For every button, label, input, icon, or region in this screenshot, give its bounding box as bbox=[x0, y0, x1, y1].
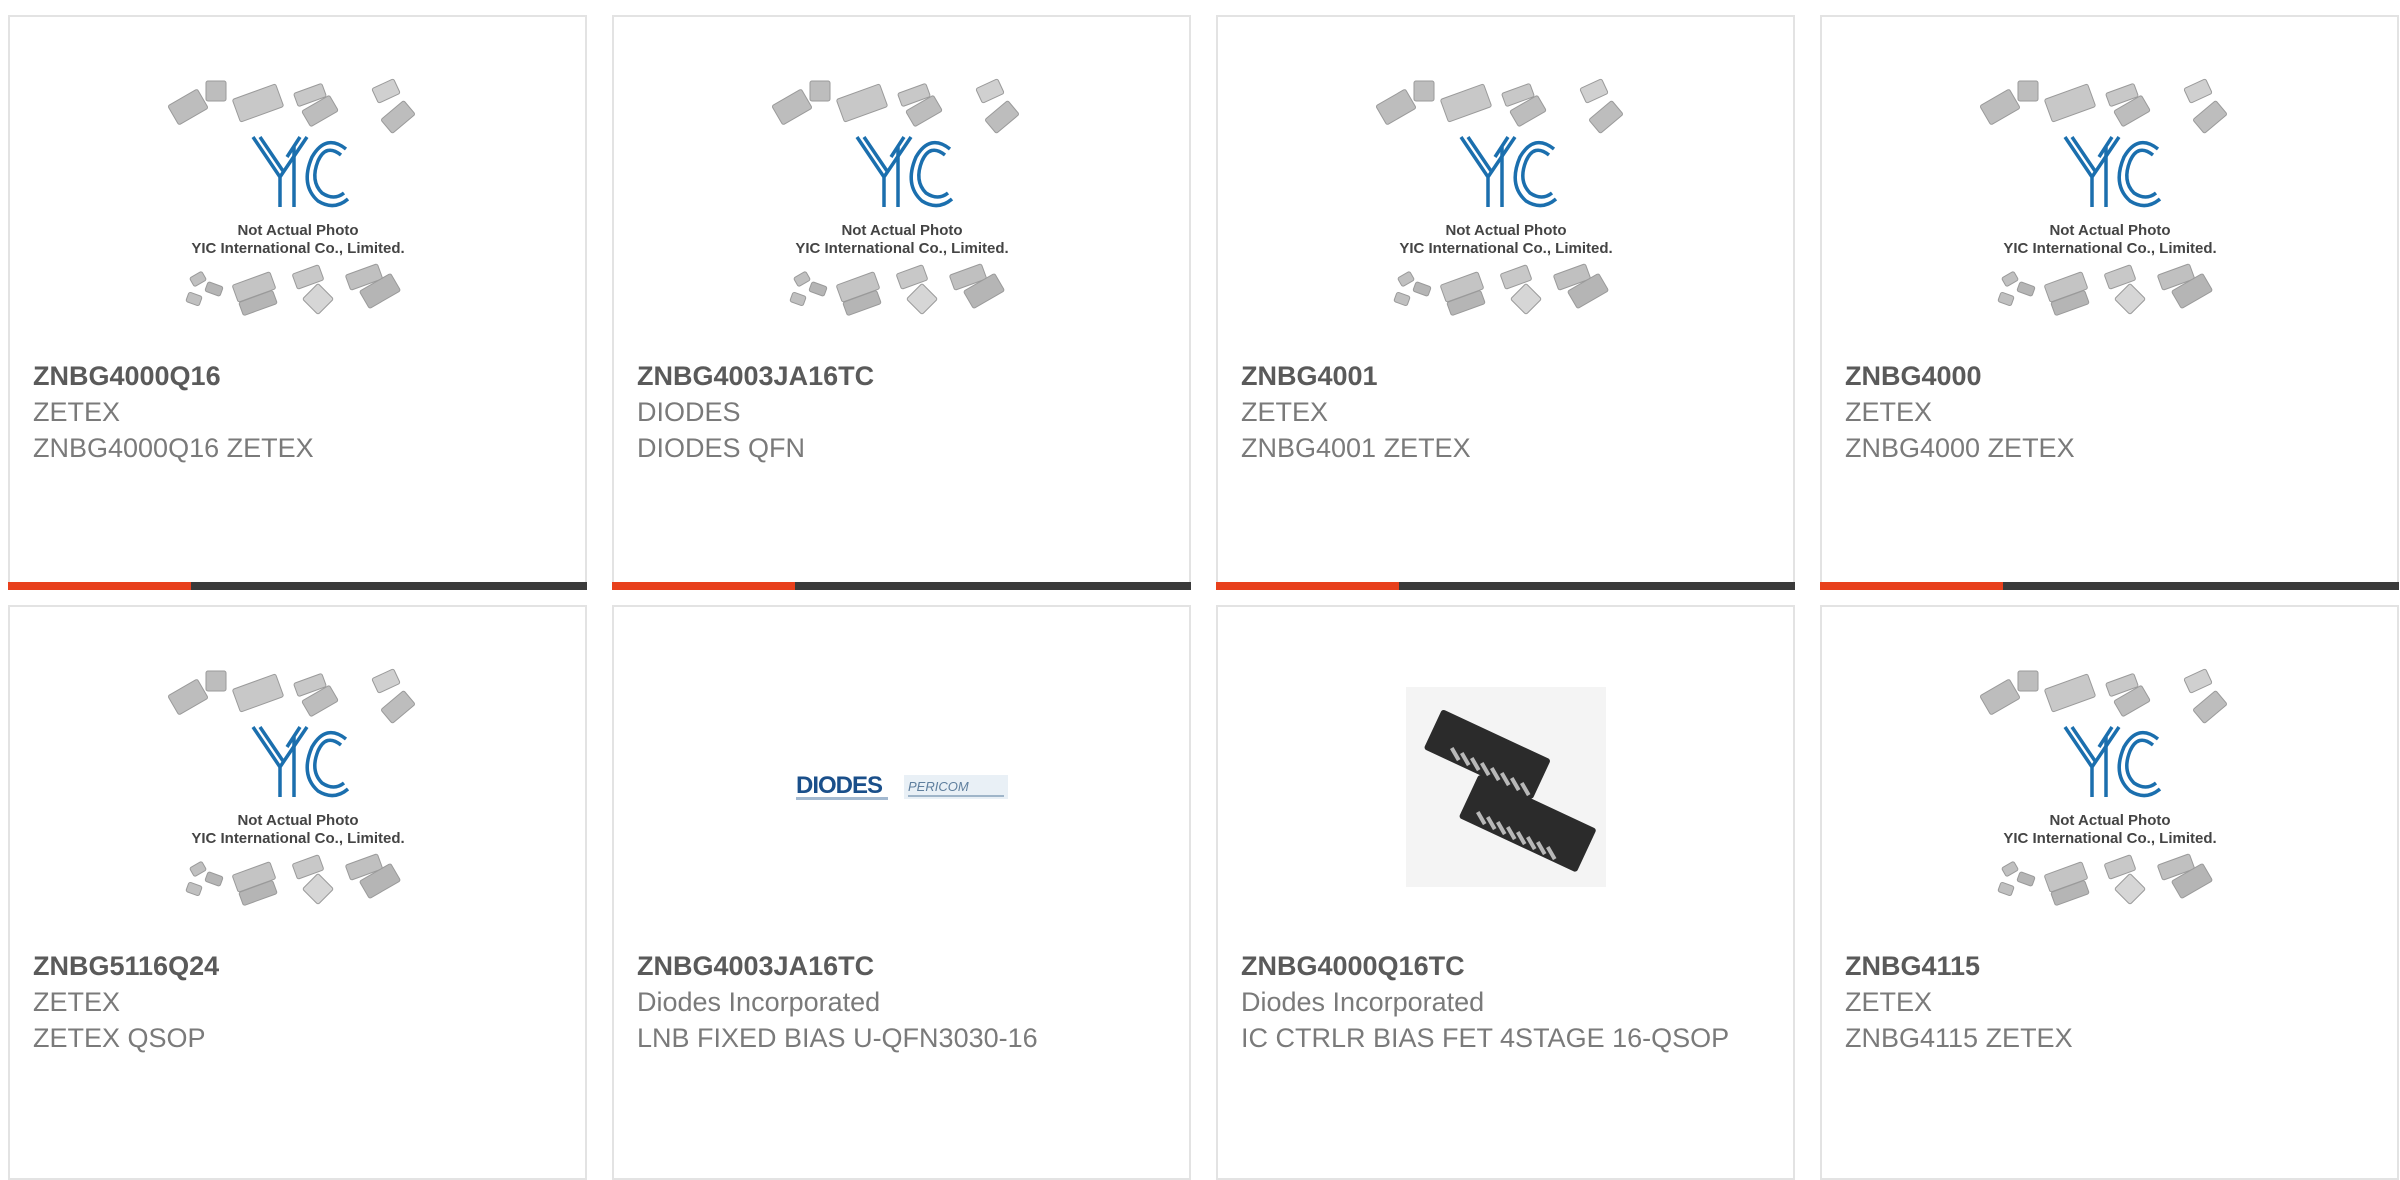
yic-logo bbox=[251, 136, 349, 208]
product-image: Not Actual Photo YIC International Co., … bbox=[1822, 667, 2397, 907]
placeholder-line2: YIC International Co., Limited. bbox=[191, 240, 404, 257]
yic-placeholder-image: Not Actual Photo YIC International Co., … bbox=[1979, 78, 2227, 316]
part-number[interactable]: ZNBG4000Q16TC bbox=[1241, 948, 1773, 984]
yic-placeholder-image: Not Actual Photo YIC International Co., … bbox=[1979, 668, 2227, 906]
card-hover-accent bbox=[612, 582, 795, 590]
yic-logo bbox=[2063, 726, 2161, 798]
product-image: Not Actual Photo YIC International Co., … bbox=[10, 667, 585, 907]
yic-logo bbox=[855, 136, 953, 208]
placeholder-line1: Not Actual Photo bbox=[237, 812, 358, 829]
product-grid: Not Actual Photo YIC International Co., … bbox=[0, 0, 2400, 1180]
yic-logo bbox=[1459, 136, 1557, 208]
part-number[interactable]: ZNBG5116Q24 bbox=[33, 948, 565, 984]
diodes-pericom-logo: DIODES PERICOM bbox=[795, 772, 1008, 800]
placeholder-line1: Not Actual Photo bbox=[841, 222, 962, 239]
product-card[interactable]: Not Actual Photo YIC International Co., … bbox=[1820, 15, 2399, 590]
product-card[interactable]: Not Actual Photo YIC International Co., … bbox=[1216, 15, 1795, 590]
manufacturer: DIODES bbox=[637, 397, 741, 427]
card-hover-bar bbox=[612, 582, 1191, 590]
card-hover-accent bbox=[1216, 582, 1399, 590]
svg-text:DIODES: DIODES bbox=[796, 772, 883, 799]
yic-placeholder-image: Not Actual Photo YIC International Co., … bbox=[167, 78, 415, 316]
part-number[interactable]: ZNBG4001 bbox=[1241, 358, 1773, 394]
manufacturer: ZETEX bbox=[33, 987, 121, 1017]
card-hover-bar bbox=[1216, 582, 1795, 590]
description: ZNBG4000 ZETEX bbox=[1845, 433, 2075, 463]
product-image: Not Actual Photo YIC International Co., … bbox=[1218, 77, 1793, 317]
description: IC CTRLR BIAS FET 4STAGE 16-QSOP bbox=[1241, 1023, 1730, 1053]
manufacturer: ZETEX bbox=[1845, 397, 1933, 427]
product-card[interactable]: Not Actual Photo YIC International Co., … bbox=[8, 605, 587, 1180]
manufacturer: Diodes Incorporated bbox=[637, 987, 881, 1017]
description: ZNBG4115 ZETEX bbox=[1845, 1023, 2073, 1053]
manufacturer: Diodes Incorporated bbox=[1241, 987, 1485, 1017]
description: ZNBG4001 ZETEX bbox=[1241, 433, 1471, 463]
placeholder-line2: YIC International Co., Limited. bbox=[1399, 240, 1612, 257]
part-number[interactable]: ZNBG4000Q16 bbox=[33, 358, 565, 394]
placeholder-line2: YIC International Co., Limited. bbox=[2003, 240, 2216, 257]
yic-logo bbox=[251, 726, 349, 798]
placeholder-line1: Not Actual Photo bbox=[2049, 812, 2170, 829]
yic-placeholder-image: Not Actual Photo YIC International Co., … bbox=[771, 78, 1019, 316]
yic-logo bbox=[2063, 136, 2161, 208]
description: ZNBG4000Q16 ZETEX bbox=[33, 433, 314, 463]
card-hover-accent bbox=[1820, 582, 2003, 590]
manufacturer: ZETEX bbox=[33, 397, 121, 427]
part-number[interactable]: ZNBG4003JA16TC bbox=[637, 358, 1169, 394]
description: ZETEX QSOP bbox=[33, 1023, 206, 1053]
placeholder-line2: YIC International Co., Limited. bbox=[795, 240, 1008, 257]
yic-placeholder-image: Not Actual Photo YIC International Co., … bbox=[1375, 78, 1623, 316]
product-card[interactable]: DIODES PERICOM ZNBG4003JA16TC Diodes Inc… bbox=[612, 605, 1191, 1180]
manufacturer: ZETEX bbox=[1845, 987, 1933, 1017]
product-image: Not Actual Photo YIC International Co., … bbox=[1822, 77, 2397, 317]
product-card[interactable]: Not Actual Photo YIC International Co., … bbox=[8, 15, 587, 590]
product-card[interactable]: Not Actual Photo YIC International Co., … bbox=[612, 15, 1191, 590]
placeholder-line2: YIC International Co., Limited. bbox=[191, 830, 404, 847]
yic-placeholder-image: Not Actual Photo YIC International Co., … bbox=[167, 668, 415, 906]
product-image: DIODES PERICOM bbox=[614, 667, 1189, 907]
description: LNB FIXED BIAS U-QFN3030-16 bbox=[637, 1023, 1038, 1053]
card-hover-accent bbox=[8, 582, 191, 590]
part-number[interactable]: ZNBG4003JA16TC bbox=[637, 948, 1169, 984]
placeholder-line2: YIC International Co., Limited. bbox=[2003, 830, 2216, 847]
svg-text:PERICOM: PERICOM bbox=[908, 779, 969, 794]
description: DIODES QFN bbox=[637, 433, 806, 463]
product-image: Not Actual Photo YIC International Co., … bbox=[614, 77, 1189, 317]
placeholder-line1: Not Actual Photo bbox=[1445, 222, 1566, 239]
card-hover-bar bbox=[8, 582, 587, 590]
part-number[interactable]: ZNBG4000 bbox=[1845, 358, 2377, 394]
product-image: Not Actual Photo YIC International Co., … bbox=[10, 77, 585, 317]
manufacturer: ZETEX bbox=[1241, 397, 1329, 427]
placeholder-line1: Not Actual Photo bbox=[237, 222, 358, 239]
product-card[interactable]: ZNBG4000Q16TC Diodes Incorporated IC CTR… bbox=[1216, 605, 1795, 1180]
product-image bbox=[1218, 667, 1793, 907]
part-number[interactable]: ZNBG4115 bbox=[1845, 948, 2377, 984]
placeholder-line1: Not Actual Photo bbox=[2049, 222, 2170, 239]
product-card[interactable]: Not Actual Photo YIC International Co., … bbox=[1820, 605, 2399, 1180]
card-hover-bar bbox=[1820, 582, 2399, 590]
qsop-chip-photo bbox=[1405, 687, 1606, 887]
